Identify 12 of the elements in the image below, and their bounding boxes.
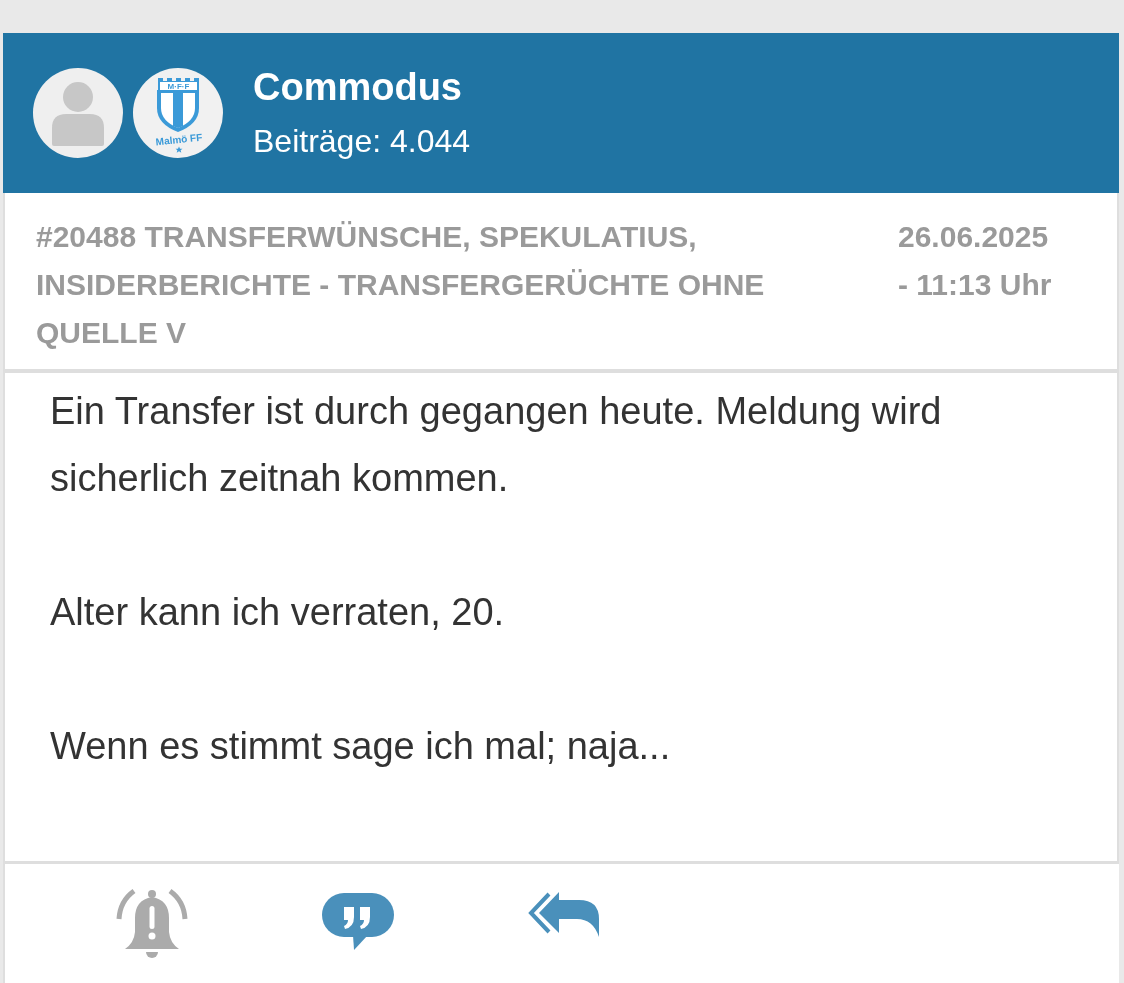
- post-text: Alter kann ich verraten, 20.: [50, 590, 506, 635]
- post-count: Beiträge: 4.044: [253, 122, 471, 161]
- logo-text: Malmö FF: [155, 131, 203, 148]
- avatar-icon: [33, 68, 123, 158]
- post-text: Ein Transfer ist durch gegangen heute. Meldung wird sicherlich zeitnah kommen.: [50, 389, 943, 501]
- logo-text: M·F·F: [167, 82, 190, 91]
- post-date: 26.06.2025 - 11:13 Uhr: [898, 219, 1053, 303]
- star-icon: [175, 146, 183, 153]
- username: Commodus: [253, 65, 463, 109]
- post-text: Wenn es stimmt sage ich mal; naja...: [50, 724, 672, 769]
- thread-title: #20488 TRANSFERWÜNSCHE, SPEKULATIUS, INSIDERBERICHTE - TRANSFERGERÜCHTE OHNE QUELLE V: [36, 219, 766, 351]
- shield-icon: [157, 78, 199, 132]
